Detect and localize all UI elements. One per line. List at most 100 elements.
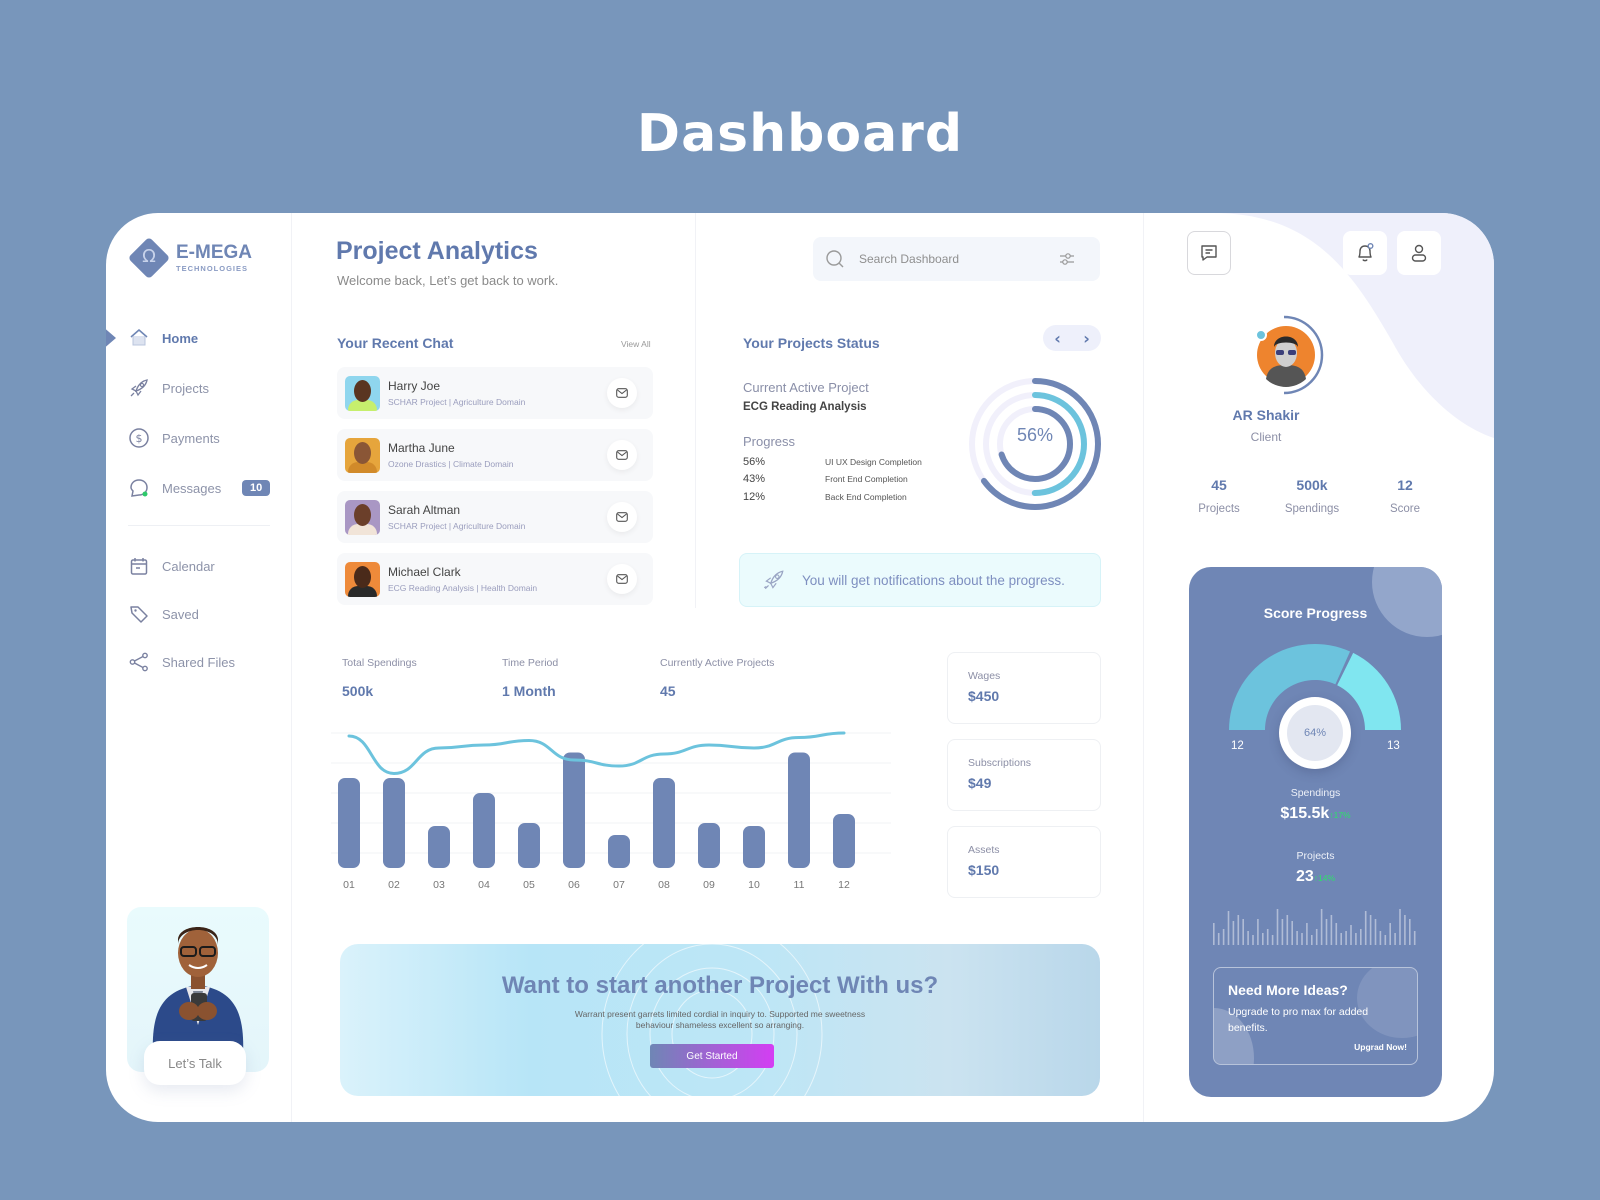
deco-bar bbox=[1262, 933, 1264, 945]
bar-12 bbox=[833, 814, 855, 868]
progress-row: 43% Front End Completion bbox=[743, 471, 922, 489]
sidebar-item-messages[interactable]: Messages 10 bbox=[106, 463, 292, 513]
x-tick-label: 08 bbox=[658, 879, 670, 891]
prev-chevron-icon[interactable]: ‹ bbox=[1054, 329, 1061, 348]
deco-bar bbox=[1213, 923, 1215, 945]
next-chevron-icon[interactable]: › bbox=[1083, 329, 1090, 348]
send-mail-button[interactable] bbox=[607, 502, 637, 532]
home-icon bbox=[128, 327, 150, 349]
main-title: Project Analytics bbox=[336, 237, 538, 265]
lets-talk-button[interactable]: Let’s Talk bbox=[144, 1041, 246, 1085]
card-label: Subscriptions bbox=[968, 757, 1032, 769]
x-tick-label: 06 bbox=[568, 879, 580, 891]
notifications-button[interactable] bbox=[1343, 231, 1387, 275]
deco-bar bbox=[1315, 929, 1318, 945]
spendings-change: ↑17% bbox=[1329, 810, 1351, 820]
upgrade-now-link[interactable]: Upgrad Now! bbox=[1354, 1042, 1407, 1052]
filter-settings-icon[interactable] bbox=[1058, 250, 1076, 268]
send-mail-button[interactable] bbox=[607, 378, 637, 408]
x-tick-label: 11 bbox=[794, 879, 805, 891]
bar-05 bbox=[518, 823, 540, 868]
brand-logo[interactable]: Ω E-MEGA TECHNOLOGIES bbox=[127, 236, 252, 280]
progress-row: 12% Back End Completion bbox=[743, 488, 922, 506]
chat-project: SCHAR Project | Agriculture Domain bbox=[388, 397, 526, 407]
chat-list-item[interactable]: Harry Joe SCHAR Project | Agriculture Dom… bbox=[337, 367, 653, 419]
chat-list-item[interactable]: Martha June Ozone Drastics | Climate Doma… bbox=[337, 429, 653, 481]
deco-bar bbox=[1320, 909, 1323, 945]
x-tick-label: 09 bbox=[703, 879, 715, 891]
card-value: $150 bbox=[968, 862, 1000, 878]
deco-bar bbox=[1345, 931, 1347, 945]
deco-bar bbox=[1369, 915, 1372, 945]
wages-card[interactable]: Wages $450 bbox=[947, 652, 1101, 724]
avatar bbox=[345, 561, 380, 597]
assets-card[interactable]: Assets $150 bbox=[947, 826, 1101, 898]
sidebar-item-saved[interactable]: Saved bbox=[106, 590, 292, 638]
recent-chat-list: Harry Joe SCHAR Project | Agriculture Dom… bbox=[337, 367, 653, 615]
deco-bar bbox=[1399, 909, 1401, 945]
card-label: Wages bbox=[968, 670, 1001, 682]
stat-label: Projects bbox=[1198, 503, 1240, 515]
deco-bar bbox=[1350, 925, 1352, 945]
chat-list-item[interactable]: Sarah Altman SCHAR Project | Agriculture … bbox=[337, 491, 653, 543]
deco-bar bbox=[1394, 933, 1396, 945]
notification-text: You will get notifications about the pro… bbox=[802, 572, 1065, 588]
assistant-avatar-illustration bbox=[152, 927, 244, 1055]
deco-bar bbox=[1325, 919, 1328, 945]
stat-value: 500k bbox=[342, 683, 374, 699]
sidebar-item-calendar[interactable]: Calendar bbox=[106, 542, 292, 590]
get-started-button[interactable]: Get Started bbox=[650, 1044, 774, 1068]
rocket-icon bbox=[763, 570, 784, 590]
view-all-link[interactable]: View All bbox=[621, 339, 651, 349]
progress-label: Front End Completion bbox=[825, 474, 908, 485]
profile-avatar[interactable] bbox=[1236, 315, 1336, 395]
progress-row: 56% UI UX Design Completion bbox=[743, 453, 922, 471]
sidebar-item-payments[interactable]: $ Payments bbox=[106, 413, 292, 463]
deco-bar bbox=[1291, 921, 1293, 945]
send-mail-button[interactable] bbox=[607, 440, 637, 470]
deco-bar bbox=[1296, 931, 1298, 945]
message-square-icon bbox=[1201, 245, 1217, 261]
bar-04 bbox=[473, 793, 495, 868]
user-account-button[interactable] bbox=[1397, 231, 1441, 275]
deco-bar bbox=[1340, 933, 1342, 945]
sidebar-item-projects[interactable]: Projects bbox=[106, 363, 292, 413]
deco-bar bbox=[1286, 915, 1289, 945]
chat-project: SCHAR Project | Agriculture Domain bbox=[388, 521, 526, 531]
send-mail-button[interactable] bbox=[607, 564, 637, 594]
gauge-center: 64% bbox=[1279, 697, 1351, 769]
search-input[interactable] bbox=[859, 252, 1054, 266]
progress-label: UI UX Design Completion bbox=[825, 456, 922, 467]
mail-icon bbox=[616, 574, 628, 584]
dashboard-window: Ω E-MEGA TECHNOLOGIES Home Projects $ Pa… bbox=[106, 213, 1494, 1122]
user-icon bbox=[1411, 244, 1427, 262]
chat-list-item[interactable]: Michael Clark ECG Reading Analysis | Heal… bbox=[337, 553, 653, 605]
bar-10 bbox=[743, 826, 765, 868]
chat-button[interactable] bbox=[1187, 231, 1231, 275]
avatar bbox=[345, 437, 380, 473]
x-tick-label: 04 bbox=[478, 879, 490, 891]
gauge-min-label: 12 bbox=[1231, 740, 1244, 752]
omega-diamond-icon: Ω bbox=[127, 236, 171, 280]
current-project-label: Current Active Project bbox=[743, 380, 869, 395]
profile-stat: 45 Projects bbox=[1174, 477, 1264, 515]
projects-value-row: 23↑14% bbox=[1189, 868, 1442, 886]
sidebar-item-shared-files[interactable]: Shared Files bbox=[106, 638, 292, 686]
bar-07 bbox=[608, 835, 630, 868]
chat-project: Ozone Drastics | Climate Domain bbox=[388, 459, 514, 469]
deco-bar bbox=[1232, 921, 1235, 945]
deco-bar bbox=[1306, 923, 1308, 945]
progress-label: Back End Completion bbox=[825, 491, 907, 502]
spendings-value-row: $15.5k↑17% bbox=[1189, 805, 1442, 823]
corner-decoration bbox=[1372, 567, 1442, 637]
sidebar-item-label: Shared Files bbox=[162, 654, 235, 670]
share-icon bbox=[128, 651, 150, 673]
subscriptions-card[interactable]: Subscriptions $49 bbox=[947, 739, 1101, 811]
sidebar-item-home[interactable]: Home bbox=[106, 313, 292, 363]
search-bar[interactable] bbox=[813, 237, 1100, 281]
deco-bar bbox=[1374, 919, 1377, 945]
gauge-max-label: 13 bbox=[1387, 740, 1400, 752]
bar-02 bbox=[383, 778, 405, 868]
mail-icon bbox=[616, 450, 628, 460]
calendar-icon bbox=[128, 555, 150, 577]
